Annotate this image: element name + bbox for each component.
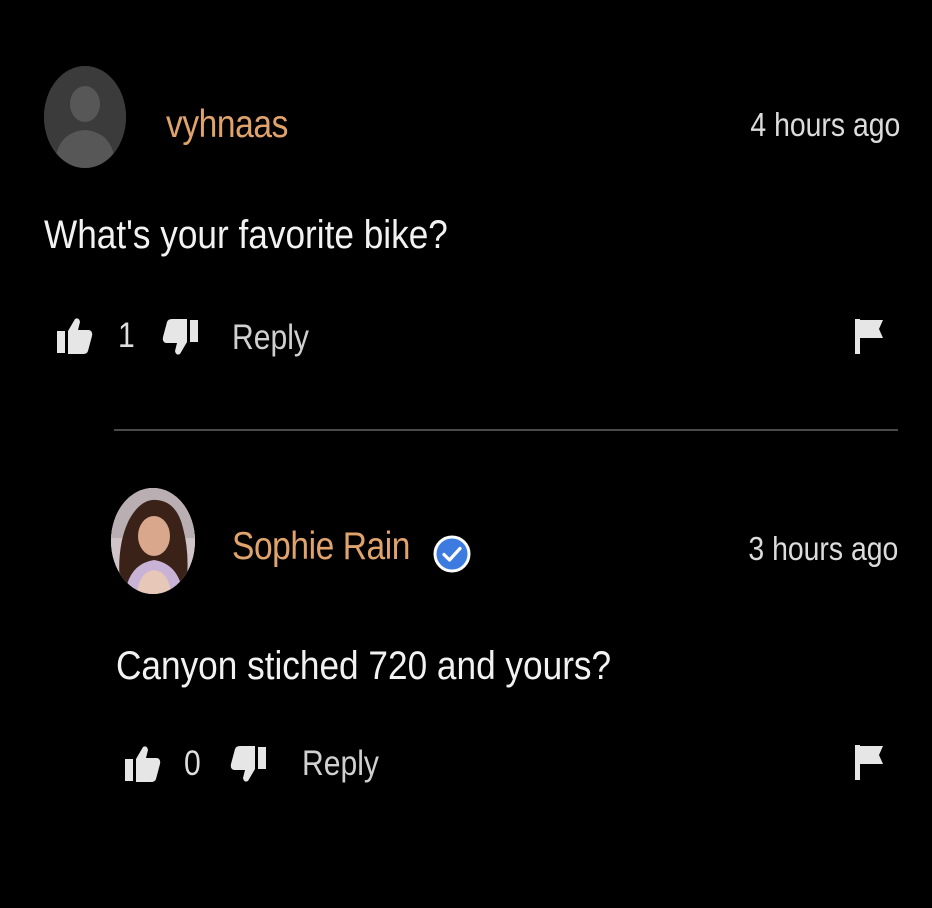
default-avatar-icon (44, 66, 126, 168)
like-count: 1 (118, 316, 135, 355)
thumbs-down-icon[interactable] (161, 317, 199, 357)
flag-icon[interactable] (853, 317, 885, 355)
avatar[interactable] (111, 488, 195, 594)
profile-photo (111, 488, 195, 594)
comment-text: Canyon stiched 720 and yours? (116, 644, 612, 688)
comment-text: What's your favorite bike? (44, 213, 448, 257)
reply-button[interactable]: Reply (232, 318, 309, 358)
thumbs-up-icon[interactable] (56, 316, 94, 356)
thumbs-down-icon[interactable] (229, 744, 267, 784)
reply-button[interactable]: Reply (302, 744, 379, 784)
like-count: 0 (184, 744, 201, 783)
avatar[interactable] (44, 66, 126, 168)
comment-username[interactable]: vyhnaas (166, 103, 288, 147)
comment-timestamp: 4 hours ago (750, 106, 900, 143)
comment-divider (114, 429, 898, 431)
comment-timestamp: 3 hours ago (748, 530, 898, 567)
comment-username[interactable]: Sophie Rain (232, 525, 410, 569)
verified-check-icon (433, 535, 471, 573)
flag-icon[interactable] (853, 743, 885, 781)
thumbs-up-icon[interactable] (124, 744, 162, 784)
